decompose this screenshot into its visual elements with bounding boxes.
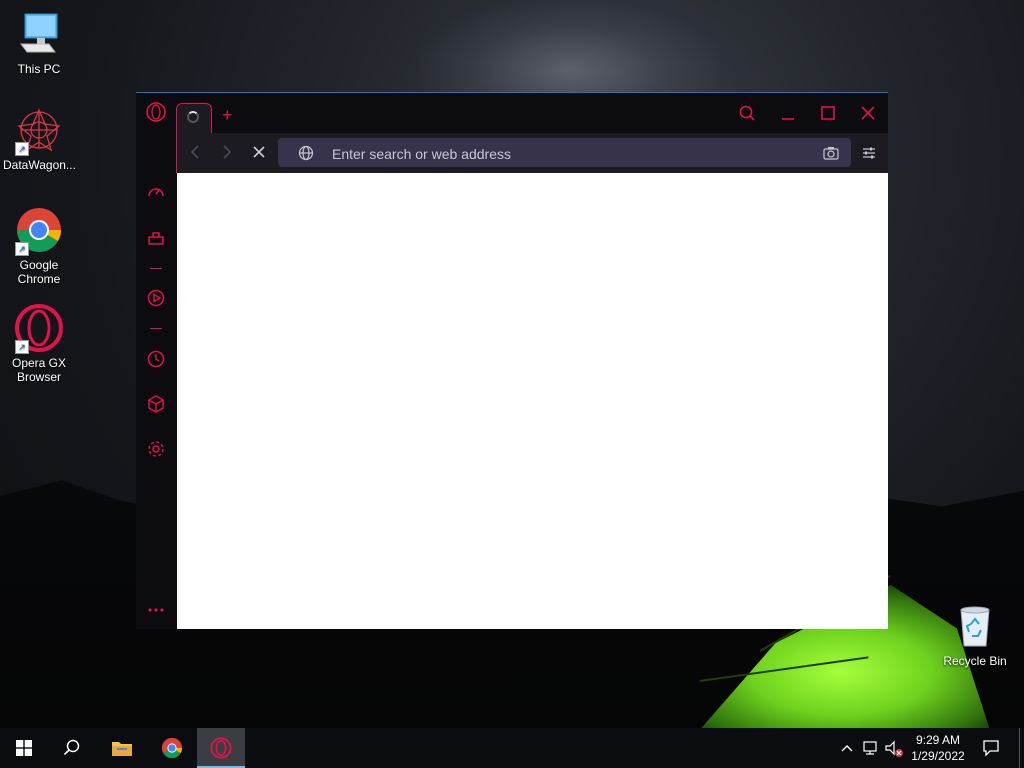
search-button[interactable]: [48, 728, 96, 768]
show-hidden-icons-chevron-up-icon[interactable]: [840, 742, 854, 754]
desktop-icon-recycle-bin[interactable]: Recycle Bin: [939, 602, 1011, 668]
search-tabs-button[interactable]: [736, 103, 760, 125]
sidebar-separator: [150, 268, 162, 269]
desktop-icon-label: Google Chrome: [17, 258, 61, 286]
chrome-icon: [161, 737, 183, 759]
tab-bar: +: [176, 93, 888, 133]
address-input[interactable]: [330, 138, 804, 169]
gx-control-icon[interactable]: [146, 228, 166, 248]
shortcut-arrow-icon: ↗: [15, 340, 29, 354]
opera-menu-icon[interactable]: [146, 102, 166, 122]
snapshot-camera-icon[interactable]: [822, 145, 840, 161]
taskbar: 9:29 AM 1/29/2022: [0, 728, 1024, 768]
system-clock[interactable]: 9:29 AM 1/29/2022: [906, 732, 970, 764]
maximize-button[interactable]: [816, 103, 840, 125]
windows-logo-icon: [16, 740, 32, 756]
player-icon[interactable]: [146, 288, 166, 308]
opera-gx-icon: ↗: [15, 304, 63, 354]
loading-spinner-icon: [187, 111, 199, 123]
minimize-button[interactable]: [776, 103, 800, 125]
clock-time: 9:29 AM: [915, 733, 961, 747]
desktop-icon-label: DataWagon...: [3, 158, 76, 172]
recycle-bin-icon: [951, 602, 999, 650]
computer-icon: [15, 10, 63, 58]
opera-gx-window[interactable]: +: [136, 92, 888, 629]
settings-gear-icon[interactable]: [146, 439, 166, 459]
desktop-icon-datawagon[interactable]: ↗ DataWagon...: [3, 106, 76, 172]
desktop-icon-label: Opera GX Browser: [11, 356, 67, 384]
search-icon: [63, 739, 80, 756]
easy-setup-icon[interactable]: [861, 145, 877, 161]
address-bar[interactable]: [278, 138, 851, 169]
desktop-icon-label: Recycle Bin: [943, 654, 1007, 668]
close-icon: [861, 106, 875, 120]
network-icon[interactable]: [862, 740, 880, 756]
taskbar-google-chrome[interactable]: [148, 728, 196, 768]
shortcut-arrow-icon: ↗: [15, 242, 29, 256]
tab-loading[interactable]: [176, 103, 212, 133]
stop-loading-button[interactable]: [251, 143, 267, 161]
volume-muted-icon[interactable]: [884, 740, 904, 758]
shortcut-arrow-icon: ↗: [15, 142, 29, 156]
desktop-icon-google-chrome[interactable]: ↗ Google Chrome: [3, 206, 75, 286]
folder-icon: [112, 742, 132, 756]
desktop-icon-label: This PC: [17, 62, 61, 76]
show-desktop-button[interactable]: [1019, 728, 1024, 768]
more-options-icon[interactable]: [146, 600, 166, 620]
navigation-toolbar: [176, 133, 888, 173]
forward-button[interactable]: [219, 143, 235, 161]
sidebar-separator: [150, 328, 162, 329]
page-content[interactable]: [177, 173, 888, 629]
desktop-icon-opera-gx[interactable]: ↗ Opera GX Browser: [3, 304, 75, 384]
chrome-icon: ↗: [15, 206, 63, 256]
maximize-icon: [821, 106, 835, 120]
extensions-icon[interactable]: [146, 394, 166, 414]
datawagon-icon: ↗: [15, 106, 63, 156]
taskbar-file-explorer[interactable]: [98, 728, 146, 768]
desktop-icon-this-pc[interactable]: This PC: [3, 10, 75, 76]
globe-icon: [298, 145, 314, 161]
history-icon[interactable]: [146, 349, 166, 369]
action-center-notification-icon[interactable]: [982, 739, 1000, 757]
clock-date: 1/29/2022: [911, 749, 965, 763]
minimize-icon: [782, 118, 794, 120]
taskbar-opera-gx[interactable]: [197, 728, 245, 768]
new-tab-button[interactable]: +: [222, 105, 233, 126]
back-button[interactable]: [187, 143, 203, 161]
gx-sidebar: [136, 93, 176, 629]
speed-dial-icon[interactable]: [146, 182, 166, 202]
start-button[interactable]: [0, 728, 48, 768]
close-window-button[interactable]: [856, 103, 880, 125]
search-icon: [739, 105, 755, 121]
opera-gx-icon: [210, 737, 232, 759]
